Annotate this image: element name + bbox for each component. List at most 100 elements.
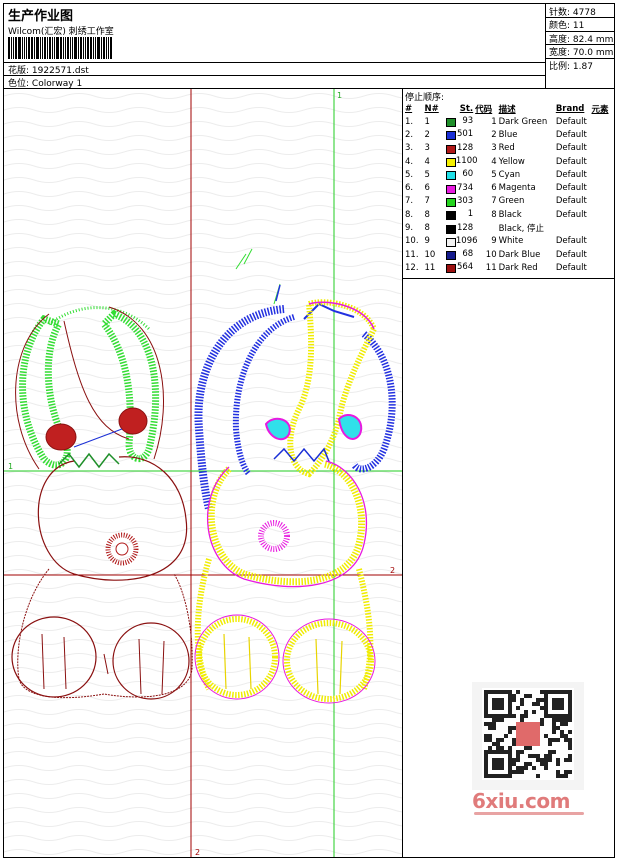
- needle-number: 2: [424, 129, 430, 140]
- brand-cell: Default: [555, 236, 587, 247]
- element-cell: [590, 168, 614, 181]
- table-row: 6. 6 734 6 Magenta Default: [404, 181, 614, 194]
- element-cell: [590, 142, 614, 155]
- barcode-bar: [72, 37, 73, 59]
- barcode-bar: [70, 37, 71, 59]
- table-row: 10. 9 1096 9 White Default: [404, 235, 614, 248]
- description-cell: Dark Blue: [498, 249, 541, 260]
- needle-number: 10: [424, 249, 436, 260]
- marker-v1: 1: [337, 91, 342, 100]
- row-index: 9.: [405, 223, 414, 234]
- row-index: 1.: [405, 116, 414, 127]
- design-canvas: 1 1 2 2: [4, 89, 402, 857]
- brand-cell: Default: [555, 209, 587, 220]
- barcode-bar: [44, 37, 46, 59]
- code-cell: 7: [491, 196, 497, 207]
- colorway-info: 色位: Colorway 1: [8, 76, 82, 89]
- design-width: 宽度: 70.0 mm: [549, 48, 614, 58]
- company-name: Wilcom(汇宏) 刺绣工作室: [8, 27, 114, 37]
- stitch-count-cell: 128: [445, 142, 474, 155]
- barcode-bar: [108, 37, 109, 59]
- qr-code: [472, 682, 584, 790]
- barcode-bar: [47, 37, 48, 59]
- design-scale: 比例: 1.87: [549, 62, 593, 72]
- barcode-bar: [34, 37, 35, 59]
- watermark-swoosh: [474, 812, 584, 815]
- barcode-bar: [36, 37, 39, 59]
- marker-h1: 1: [8, 462, 13, 471]
- brand-cell: [555, 221, 591, 234]
- column-header: St.: [459, 103, 474, 114]
- table-row: 1. 1 93 1 Dark Green Default: [404, 115, 614, 128]
- watermark-site: 6xiu.com: [472, 789, 570, 813]
- color-count: 颜色: 11: [549, 21, 585, 31]
- code-cell: 1: [491, 116, 497, 127]
- description-cell: Black, 停止: [498, 224, 545, 235]
- colorway-value: Colorway 1: [31, 79, 83, 89]
- row-index: 6.: [405, 183, 414, 194]
- description-cell: White: [498, 236, 524, 247]
- header-info: 生产作业图 Wilcom(汇宏) 刺绣工作室 花版: 1922571.dst 色…: [4, 4, 546, 89]
- marker-h2: 2: [390, 566, 395, 575]
- needle-number: 4: [424, 156, 430, 167]
- brand-cell: Default: [555, 129, 587, 140]
- colorway-label: 色位:: [8, 79, 30, 89]
- color-swatch: [445, 144, 456, 154]
- barcode-bar: [40, 37, 41, 59]
- barcode-bar: [22, 37, 23, 59]
- stop-sequence-panel: 停止顺序: # N# St. 代码 描述 Brand 元素 1. 1 93 1 Dark Green…: [403, 89, 614, 279]
- stitch-count-cell: 734: [445, 181, 474, 194]
- brand-cell: Default: [555, 196, 587, 207]
- column-header: 代码: [475, 104, 493, 115]
- brand-cell: Default: [555, 262, 587, 273]
- row-index: 7.: [405, 196, 414, 207]
- column-header: 描述: [498, 104, 516, 115]
- code-cell: 11: [485, 262, 497, 273]
- barcode-bar: [31, 37, 33, 59]
- barcode-bar: [90, 37, 92, 59]
- table-row: 3. 3 128 3 Red Default: [404, 142, 614, 155]
- description-cell: Red: [498, 143, 515, 154]
- stitch-count-cell: 1096: [445, 235, 478, 248]
- barcode-bar: [95, 37, 96, 59]
- barcode-bar: [49, 37, 51, 59]
- table-row: 7. 7 303 7 Green Default: [404, 195, 614, 208]
- barcode-bar: [24, 37, 25, 59]
- description-cell: Green: [498, 196, 525, 207]
- color-swatch: [445, 118, 456, 128]
- code-cell: [474, 221, 497, 234]
- barcode-bar: [110, 37, 112, 59]
- barcode-bar: [93, 37, 94, 59]
- production-worksheet: 生产作业图 Wilcom(汇宏) 刺绣工作室 花版: 1922571.dst 色…: [3, 3, 615, 858]
- stop-sequence-table: # N# St. 代码 描述 Brand 元素 1. 1 93 1 Dark Green Defaul…: [404, 102, 614, 275]
- stitch-count-cell: 68: [445, 248, 474, 261]
- color-swatch: [445, 197, 456, 207]
- row-index: 2.: [405, 129, 414, 140]
- code-cell: 9: [491, 236, 497, 247]
- embroidery-preview: 1 1 2 2: [4, 89, 403, 857]
- code-cell: 6: [491, 183, 497, 194]
- needle-number: 3: [424, 143, 430, 154]
- color-swatch: [445, 184, 456, 194]
- color-swatch: [445, 237, 456, 247]
- code-cell: 2: [491, 129, 497, 140]
- design-stats: 针数: 4778 颜色: 11 高度: 82.4 mm 宽度: 70.0 mm …: [546, 4, 614, 72]
- description-cell: Magenta: [498, 183, 536, 194]
- marker-v2: 2: [195, 848, 200, 857]
- barcode-bar: [13, 37, 14, 59]
- barcode-bar: [78, 37, 79, 59]
- stitch-count-cell: 1100: [445, 155, 478, 168]
- row-index: 11.: [405, 249, 419, 260]
- color-swatch: [445, 158, 456, 168]
- row-index: 3.: [405, 143, 414, 154]
- description-cell: Cyan: [498, 169, 521, 180]
- needle-number: 6: [424, 183, 430, 194]
- divider: [4, 75, 546, 76]
- brand-cell: Default: [555, 156, 587, 167]
- table-row: 5. 5 60 5 Cyan Default: [404, 168, 614, 181]
- table-row: 12. 11 564 11 Dark Red Default: [404, 261, 614, 274]
- element-cell: [590, 155, 614, 168]
- code-cell: 8: [491, 209, 497, 220]
- column-header: N#: [424, 103, 439, 114]
- color-swatch: [445, 251, 456, 261]
